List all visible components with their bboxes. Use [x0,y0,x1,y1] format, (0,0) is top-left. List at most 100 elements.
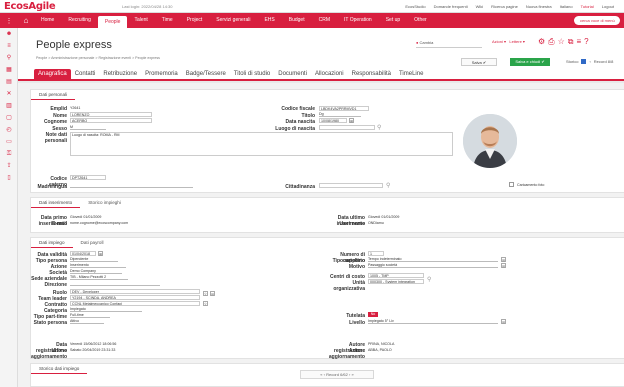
calendar-icon[interactable]: ▦ [0,64,18,76]
save-button[interactable]: Salva ✔ [461,58,497,66]
tab-badge-tessere[interactable]: Badge/Tessere [182,69,230,79]
top-link-language[interactable]: Italiano [560,4,573,9]
tab-allocazioni[interactable]: Allocazioni [311,69,348,79]
nav-item-other[interactable]: Other [407,13,434,28]
centri-costo-input[interactable]: 1005 - TMP [368,273,424,278]
tab-retribuzione[interactable]: Retribuzione [99,69,141,79]
star-icon[interactable]: ☆ [558,37,568,46]
calendar-picker-icon[interactable]: ▦ [349,118,354,123]
top-link-logout[interactable]: Logout [602,4,614,9]
tipo-part-time-select[interactable]: Full-time [70,313,110,318]
menu-search-input[interactable]: cerca voce di menù [574,16,620,25]
sesso-select[interactable]: M [70,125,106,130]
livello-select[interactable]: Impiegato 5° Liv [368,319,498,324]
top-link-faq[interactable]: Domande frequenti [434,4,468,9]
note-textarea[interactable]: Luogo di nascita: ROMA - RM [70,132,453,156]
tab-dati-inserimento[interactable]: Dati inserimento [31,198,81,208]
cittadinanza-input[interactable] [319,183,383,188]
home-icon[interactable]: ⌂ [18,16,34,25]
nav-item-project[interactable]: Project [180,13,210,28]
tutelata-toggle[interactable]: No [368,312,378,317]
tab-dati-impiego[interactable]: Dati impiego [31,238,73,248]
societa-select[interactable]: Demo Company [70,269,122,274]
azioni-menu[interactable]: Azioni ▾ [492,39,506,44]
tipo-rapporto-detail-icon[interactable]: ▤ [501,257,506,262]
categoria-select[interactable]: Impiegato [70,307,142,312]
person-icon[interactable]: ⚲ [0,52,18,64]
nome-input[interactable]: LORENZO [70,112,152,117]
azione-select[interactable]: Inserimento [70,263,126,268]
cognome-input[interactable]: ACERBO [70,118,152,123]
nav-item-ehs[interactable]: EHS [257,13,281,28]
save-and-close-button[interactable]: Salva e chiudi ✔ [510,58,550,66]
file-icon[interactable]: ▯ [0,172,18,184]
titolo-select[interactable]: Dg [319,112,361,117]
list-icon[interactable]: ≡ [0,40,18,52]
numero-cartellino-input[interactable]: 1 [368,251,384,256]
nav-item-it-operation[interactable]: IT Operation [337,13,379,28]
help-icon[interactable]: ? [584,37,591,46]
cambia-selector[interactable]: ● Cambia [416,40,482,48]
validita-calendar-icon[interactable]: ▦ [98,251,103,256]
tab-documenti[interactable]: Documenti [274,69,311,79]
codice-esterno-input[interactable]: DPTZ641 [70,175,106,180]
tab-contatti[interactable]: Contatti [71,69,100,79]
search-icon[interactable]: ⚲ [377,124,381,131]
tab-storico-dati-impiego[interactable]: Storico dati impiego [31,364,88,374]
motivo-select[interactable]: Passaggio società [368,263,498,268]
last-record-icon[interactable]: » [351,372,353,377]
data-validita-input[interactable]: 01/04/2018 [70,251,96,256]
direzione-select[interactable] [70,281,160,286]
nav-item-talent[interactable]: Talent [127,13,154,28]
clock-icon[interactable]: ◴ [0,124,18,136]
tab-storico-impieghi[interactable]: Storico impieghi [80,198,129,208]
tab-dati-payroll[interactable]: Dati payroll [73,238,112,248]
storico-checkbox[interactable] [581,59,587,64]
menu-dots-icon[interactable]: ⋮ [0,17,18,25]
tab-anagrafica[interactable]: Anagrafica [34,69,71,79]
cittadinanza-search-icon[interactable]: ⚲ [386,182,390,189]
prev-page-icon[interactable]: ‹ [324,372,325,377]
luogo-nascita-input[interactable] [319,125,375,130]
contratto-input[interactable]: CCNL Metalmeccanico Confapi [70,301,200,306]
tab-promemoria[interactable]: Promemoria [141,69,182,79]
codice-fiscale-input[interactable]: LBDK4VA2PRRMVD1 [319,106,369,111]
unita-search-icon[interactable]: ⚲ [427,276,431,283]
ruolo-detail-icon[interactable]: ▤ [210,291,215,296]
tab-timeline[interactable]: TimeLine [395,69,427,79]
menu-icon[interactable]: ≡ [576,37,584,46]
nav-item-people[interactable]: People [97,16,128,28]
breadcrumb[interactable]: People > Amministrazione personale > Reg… [36,56,160,60]
first-record-icon[interactable]: « [320,372,322,377]
upload-icon[interactable]: ⇪ [0,160,18,172]
chart-icon[interactable]: ▤ [0,76,18,88]
document-icon[interactable]: ▢ [0,112,18,124]
tools-icon[interactable]: ✕ [0,88,18,100]
data-nascita-input[interactable]: 10/08/1980 [319,118,347,123]
key-icon[interactable]: ⚿ [0,148,18,160]
madrelingua-select[interactable] [70,183,193,188]
tipo-persona-select[interactable]: Dipendente [70,257,118,262]
tipo-rapporto-select[interactable]: Tempo indeterminato [368,257,498,262]
tab-titoli-di-studio[interactable]: Titoli di studio [230,69,274,79]
contratto-lookup-icon[interactable]: ⚲ [203,301,208,306]
top-link-new-window[interactable]: Nuova finestra [526,4,552,9]
settings-icon[interactable]: ⚙ [538,37,548,46]
nav-item-crm[interactable]: CRM [312,13,337,28]
nav-item-recruiting[interactable]: Recruiting [61,13,98,28]
print-icon[interactable]: ⎙ [548,37,557,46]
top-link-wiki[interactable]: Wiki [476,4,484,9]
sede-aziendale-select[interactable]: TIB - Milano Pezzotti 2 [70,275,128,280]
nav-item-budget[interactable]: Budget [282,13,312,28]
prev-record-icon[interactable]: ‹ [589,59,590,64]
team-leader-input[interactable]: Y2194 - SCINDA, ANDREA [70,295,200,300]
ruolo-lookup-icon[interactable]: ⚲ [203,291,208,296]
nav-item-servizi-generali[interactable]: Servizi generali [209,13,257,28]
top-link-ecosstudio[interactable]: EcosStudio [405,4,425,9]
folder-icon[interactable]: ▭ [0,136,18,148]
nav-item-home[interactable]: Home [34,13,61,28]
livello-detail-icon[interactable]: ▤ [501,319,506,324]
motivo-detail-icon[interactable]: ▤ [501,263,506,268]
nav-item-time[interactable]: Time [155,13,180,28]
caricamento-foto-checkbox[interactable] [509,182,514,187]
